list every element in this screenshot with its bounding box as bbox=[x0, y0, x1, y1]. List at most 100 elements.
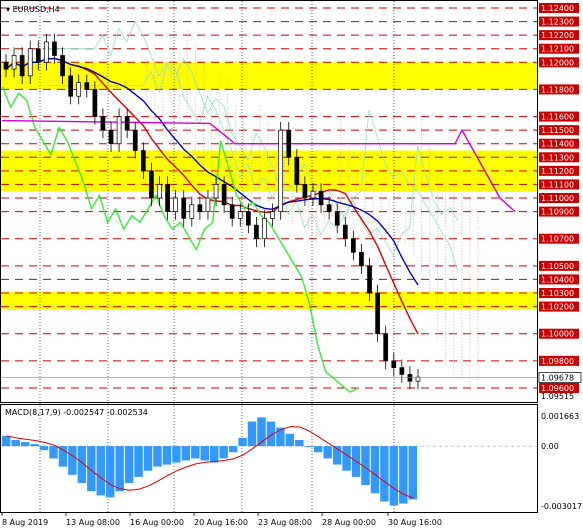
candle-body bbox=[318, 190, 324, 206]
time-label: 20 Aug 16:00 bbox=[194, 518, 248, 527]
time-label: 13 Aug 08:00 bbox=[66, 518, 120, 527]
candle-body bbox=[286, 129, 292, 158]
price-label: 1.11600 bbox=[541, 113, 574, 122]
price-label: 1.11800 bbox=[541, 85, 574, 94]
chart-window[interactable]: 1.12400 1.12300 1.12200 1.12100 1.12000 1.118… bbox=[0, 0, 583, 532]
macd-bar bbox=[172, 446, 181, 463]
macd-bar bbox=[20, 442, 30, 447]
macd-bar bbox=[153, 446, 162, 467]
macd-label: 0.001663 bbox=[541, 412, 579, 421]
yellow-zones bbox=[1, 62, 537, 310]
green-line bbox=[1, 86, 359, 393]
candle-body bbox=[270, 211, 275, 219]
macd-bar bbox=[124, 446, 134, 484]
candle-body bbox=[246, 211, 251, 226]
macd-bar bbox=[314, 446, 323, 453]
macd-bar bbox=[219, 446, 228, 459]
price-pane-frame bbox=[0, 0, 538, 403]
price-label: 1.11400 bbox=[541, 140, 574, 149]
chart-canvas[interactable]: 1.12400 1.12300 1.12200 1.12100 1.12000 1.118… bbox=[0, 0, 583, 532]
macd-bar bbox=[304, 446, 313, 448]
candle-body bbox=[52, 41, 57, 56]
macd-bar bbox=[323, 446, 332, 459]
candle-body bbox=[254, 224, 259, 240]
macd-bar bbox=[162, 446, 172, 465]
price-label: 1.11500 bbox=[541, 126, 574, 135]
candle-body bbox=[60, 55, 65, 77]
macd-bar bbox=[247, 421, 257, 447]
candle-body bbox=[391, 360, 397, 368]
candle-body bbox=[351, 238, 356, 253]
candle-body bbox=[76, 82, 82, 97]
candle-body bbox=[132, 129, 138, 151]
macd-bar bbox=[11, 439, 20, 447]
macd-bar bbox=[380, 446, 389, 502]
macd-label: -0.003017 bbox=[541, 502, 582, 511]
candle-body bbox=[415, 376, 421, 382]
candle-body bbox=[27, 48, 33, 77]
macd-bar bbox=[39, 446, 49, 451]
macd-bar bbox=[106, 446, 115, 498]
macd-bar bbox=[370, 446, 380, 494]
candle-body bbox=[149, 170, 154, 199]
time-label: 8 Aug 2019 bbox=[2, 518, 48, 527]
candle-body bbox=[84, 82, 90, 90]
macd-bar bbox=[228, 446, 238, 453]
macd-bar bbox=[87, 446, 96, 492]
macd-label: 0.00 bbox=[541, 442, 559, 451]
candle-body bbox=[310, 190, 316, 199]
price-label: 1.12400 bbox=[541, 4, 574, 13]
price-label: 1.11100 bbox=[541, 180, 574, 189]
candle-body bbox=[140, 150, 146, 172]
candle-body bbox=[11, 55, 17, 70]
price-label: 1.12300 bbox=[541, 18, 574, 27]
price-label: 1.12200 bbox=[541, 31, 574, 40]
candle-body bbox=[375, 292, 380, 335]
macd-bar bbox=[408, 446, 417, 500]
candle-body bbox=[221, 184, 227, 206]
macd-bar bbox=[389, 446, 399, 506]
candle-body bbox=[399, 367, 405, 375]
candle-body bbox=[383, 333, 389, 362]
macd-bar bbox=[2, 435, 11, 447]
macd-histogram bbox=[1, 417, 537, 506]
time-axis: 8 Aug 2019 13 Aug 08:00 16 Aug 00:00 20 Aug… bbox=[1, 512, 442, 527]
time-label: 23 Aug 08:00 bbox=[258, 518, 312, 527]
candle-body bbox=[359, 251, 364, 267]
macd-bar bbox=[210, 446, 219, 463]
candle-body bbox=[181, 197, 187, 219]
candle-body bbox=[367, 265, 372, 294]
price-label: 1.12100 bbox=[541, 45, 574, 54]
macd-axis: 0.001663 0.00 -0.003017 bbox=[541, 412, 582, 511]
time-label: 16 Aug 00:00 bbox=[130, 518, 184, 527]
price-label: 1.09515 bbox=[541, 392, 574, 401]
candle-body bbox=[165, 184, 170, 212]
candle-body bbox=[68, 75, 73, 97]
candle-body bbox=[19, 55, 25, 77]
macd-bar bbox=[49, 446, 58, 459]
price-label: 1.10000 bbox=[541, 330, 574, 339]
candle-body bbox=[302, 184, 308, 199]
macd-bar bbox=[134, 446, 143, 477]
candle-body bbox=[108, 129, 114, 145]
price-label: 1.10500 bbox=[541, 262, 574, 271]
macd-bar bbox=[58, 446, 68, 467]
macd-bar bbox=[238, 437, 247, 447]
price-label: 1.11300 bbox=[541, 153, 574, 162]
candle-body bbox=[173, 197, 178, 212]
price-label: 1.11200 bbox=[541, 167, 574, 176]
macd-bar bbox=[285, 433, 295, 447]
time-label: 30 Aug 16:00 bbox=[388, 518, 442, 527]
macd-bar bbox=[191, 446, 200, 459]
candle-body bbox=[205, 197, 211, 212]
macd-bar bbox=[295, 439, 304, 447]
candle-body bbox=[334, 211, 340, 226]
price-label: 1.10400 bbox=[541, 275, 574, 284]
price-label: 1.11000 bbox=[541, 194, 574, 203]
candle-body bbox=[407, 374, 413, 382]
macd-bar bbox=[68, 446, 77, 475]
macd-bar bbox=[143, 446, 153, 471]
candle-body bbox=[294, 156, 300, 185]
macd-bar bbox=[200, 446, 209, 461]
macd-bar bbox=[30, 444, 39, 447]
